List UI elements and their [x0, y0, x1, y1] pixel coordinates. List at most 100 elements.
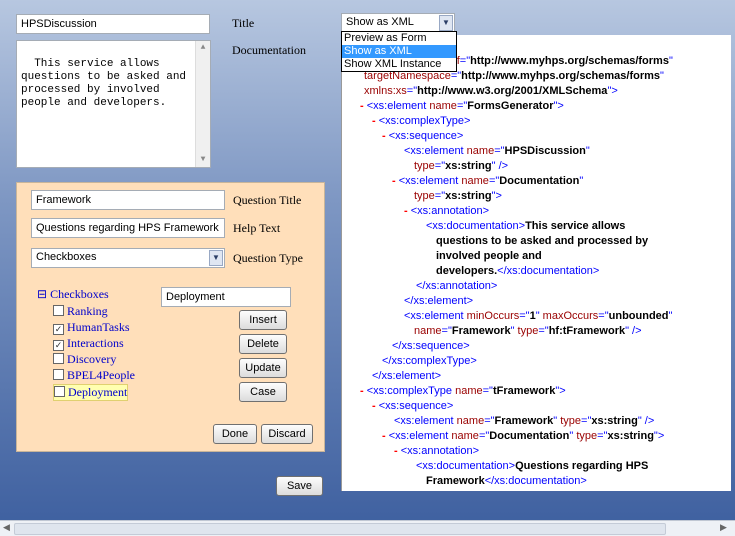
xml-line: - <xs:sequence> [372, 399, 453, 414]
xml-token: FormsGenerator [467, 100, 554, 112]
checkbox[interactable]: ✓ [53, 340, 64, 351]
xml-token: unbounded [608, 310, 669, 322]
documentation-scrollbar[interactable]: ▲ ▼ [195, 41, 210, 167]
xml-token: type [576, 430, 598, 442]
xml-token: " /> [491, 160, 509, 172]
xml-line: - <xs:annotation> [394, 444, 479, 459]
case-button[interactable]: Case [239, 382, 287, 402]
collapse-icon[interactable]: ⊟ [37, 287, 47, 301]
tree-item-discovery[interactable]: Discovery [53, 352, 116, 367]
xml-token: "> [553, 100, 564, 112]
xml-token: involved people and [436, 250, 542, 262]
title-label: Title [232, 16, 255, 30]
chevron-down-icon[interactable]: ▼ [439, 15, 453, 31]
xml-token: =" [519, 310, 530, 322]
xml-token: =" [598, 310, 609, 322]
help-text-input[interactable] [31, 218, 225, 238]
xml-token: Questions regarding HPS [515, 460, 649, 472]
xml-token: type [517, 325, 539, 337]
xml-token: " /> [625, 325, 642, 337]
tree-item-label: BPEL4People [67, 368, 135, 382]
xml-token: "> [607, 85, 618, 97]
xml-line: <xs:element minOccurs="1" maxOccurs="unb… [404, 309, 672, 324]
xml-line: xmlns:xs="http://www.w3.org/2001/XMLSche… [364, 84, 618, 99]
xml-token[interactable]: - [404, 205, 411, 217]
xml-token[interactable]: - [372, 400, 379, 412]
xml-token: http://www.w3.org/2001/XMLSchema [417, 85, 608, 97]
xml-token[interactable]: - [382, 430, 389, 442]
xml-token: maxOccurs [542, 310, 599, 322]
tree-item-label: HumanTasks [67, 320, 130, 334]
xml-line: - <xs:annotation> [404, 204, 489, 219]
tree-root-label[interactable]: Checkboxes [50, 287, 109, 301]
documentation-textarea[interactable]: This service allows questions to be aske… [16, 40, 211, 168]
checkbox[interactable] [53, 353, 64, 364]
checkbox[interactable] [53, 305, 64, 316]
checkbox[interactable] [54, 386, 65, 397]
xml-token: name [456, 415, 485, 427]
question-type-select[interactable]: Checkboxes ▼ [31, 248, 225, 268]
tree-root[interactable]: ⊟ Checkboxes [37, 287, 109, 302]
xml-token: Documentation [489, 430, 570, 442]
xml-token[interactable]: - [394, 445, 401, 457]
xml-line: developers.</xs:documentation> [436, 264, 599, 279]
xml-token: "> [555, 385, 566, 397]
scroll-down-icon[interactable]: ▼ [196, 153, 210, 167]
xml-token: xs:string [607, 430, 654, 442]
xml-token: =" [434, 160, 446, 172]
scrollbar-thumb[interactable] [14, 523, 666, 535]
xml-line: - <xs:element name="Documentation" type=… [382, 429, 664, 444]
xml-line: </xs:sequence> [392, 339, 470, 354]
xml-token: hf:tFramework [548, 325, 626, 337]
xml-token: type [414, 160, 435, 172]
tree-item-bpel4people[interactable]: BPEL4People [53, 368, 135, 383]
chevron-down-icon[interactable]: ▼ [209, 250, 223, 266]
scroll-up-icon[interactable]: ▲ [196, 41, 210, 55]
update-button[interactable]: Update [239, 358, 287, 378]
checkbox[interactable] [53, 369, 64, 380]
tree-item-interactions[interactable]: ✓ Interactions [53, 336, 124, 351]
scroll-left-icon[interactable]: ◀ [3, 522, 10, 533]
xml-token: " [668, 55, 673, 67]
done-button[interactable]: Done [213, 424, 257, 444]
tree-item-label: Discovery [67, 352, 117, 366]
xml-token: HPSDiscussion [504, 145, 586, 157]
option-show-xml-instance[interactable]: Show XML Instance [342, 58, 456, 71]
xml-token: <xs:documentation> [426, 220, 526, 232]
scroll-right-icon[interactable]: ▶ [720, 522, 727, 533]
option-preview-as-form[interactable]: Preview as Form [342, 32, 456, 45]
tree-item-ranking[interactable]: Ranking [53, 304, 108, 319]
option-show-as-xml[interactable]: Show as XML [342, 45, 456, 58]
tree-item-humantasks[interactable]: ✓ HumanTasks [53, 320, 129, 335]
xml-token[interactable]: - [360, 100, 367, 112]
horizontal-scrollbar[interactable]: ◀ ▶ [0, 520, 735, 536]
xml-token: =" [482, 385, 493, 397]
title-input[interactable] [16, 14, 210, 34]
xml-token: name [461, 175, 489, 187]
xml-line: - <xs:element name="FormsGenerator"> [360, 99, 564, 114]
view-mode-select[interactable]: Show as XML ▼ [341, 13, 455, 32]
save-button[interactable]: Save [276, 476, 323, 496]
delete-button[interactable]: Delete [239, 334, 287, 354]
xml-preview: 0" ?>- <xs:schema xmlns:hf="http://www.m… [341, 35, 731, 491]
question-type-selected: Checkboxes [36, 251, 97, 263]
xml-token[interactable]: - [372, 115, 379, 127]
xml-line: questions to be asked and processed by [436, 234, 648, 249]
discard-button[interactable]: Discard [261, 424, 313, 444]
xml-token[interactable]: - [360, 385, 367, 397]
xml-token: name [429, 100, 457, 112]
option-name-input[interactable] [161, 287, 291, 307]
xml-token: questions to be asked and processed by [436, 235, 649, 247]
question-title-input[interactable] [31, 190, 225, 210]
xml-token: xs:string [445, 160, 492, 172]
xml-token: tFramework [492, 385, 556, 397]
xml-token: developers. [436, 265, 498, 277]
checkbox[interactable]: ✓ [53, 324, 64, 335]
xml-token: <xs:complexType> [378, 115, 471, 127]
xml-token[interactable]: - [382, 130, 389, 142]
tree-item-deployment[interactable]: Deployment [53, 384, 129, 401]
xml-token: =" [597, 430, 608, 442]
insert-button[interactable]: Insert [239, 310, 287, 330]
xml-line: <xs:documentation>Questions regarding HP… [416, 459, 648, 474]
xml-token[interactable]: - [392, 175, 399, 187]
